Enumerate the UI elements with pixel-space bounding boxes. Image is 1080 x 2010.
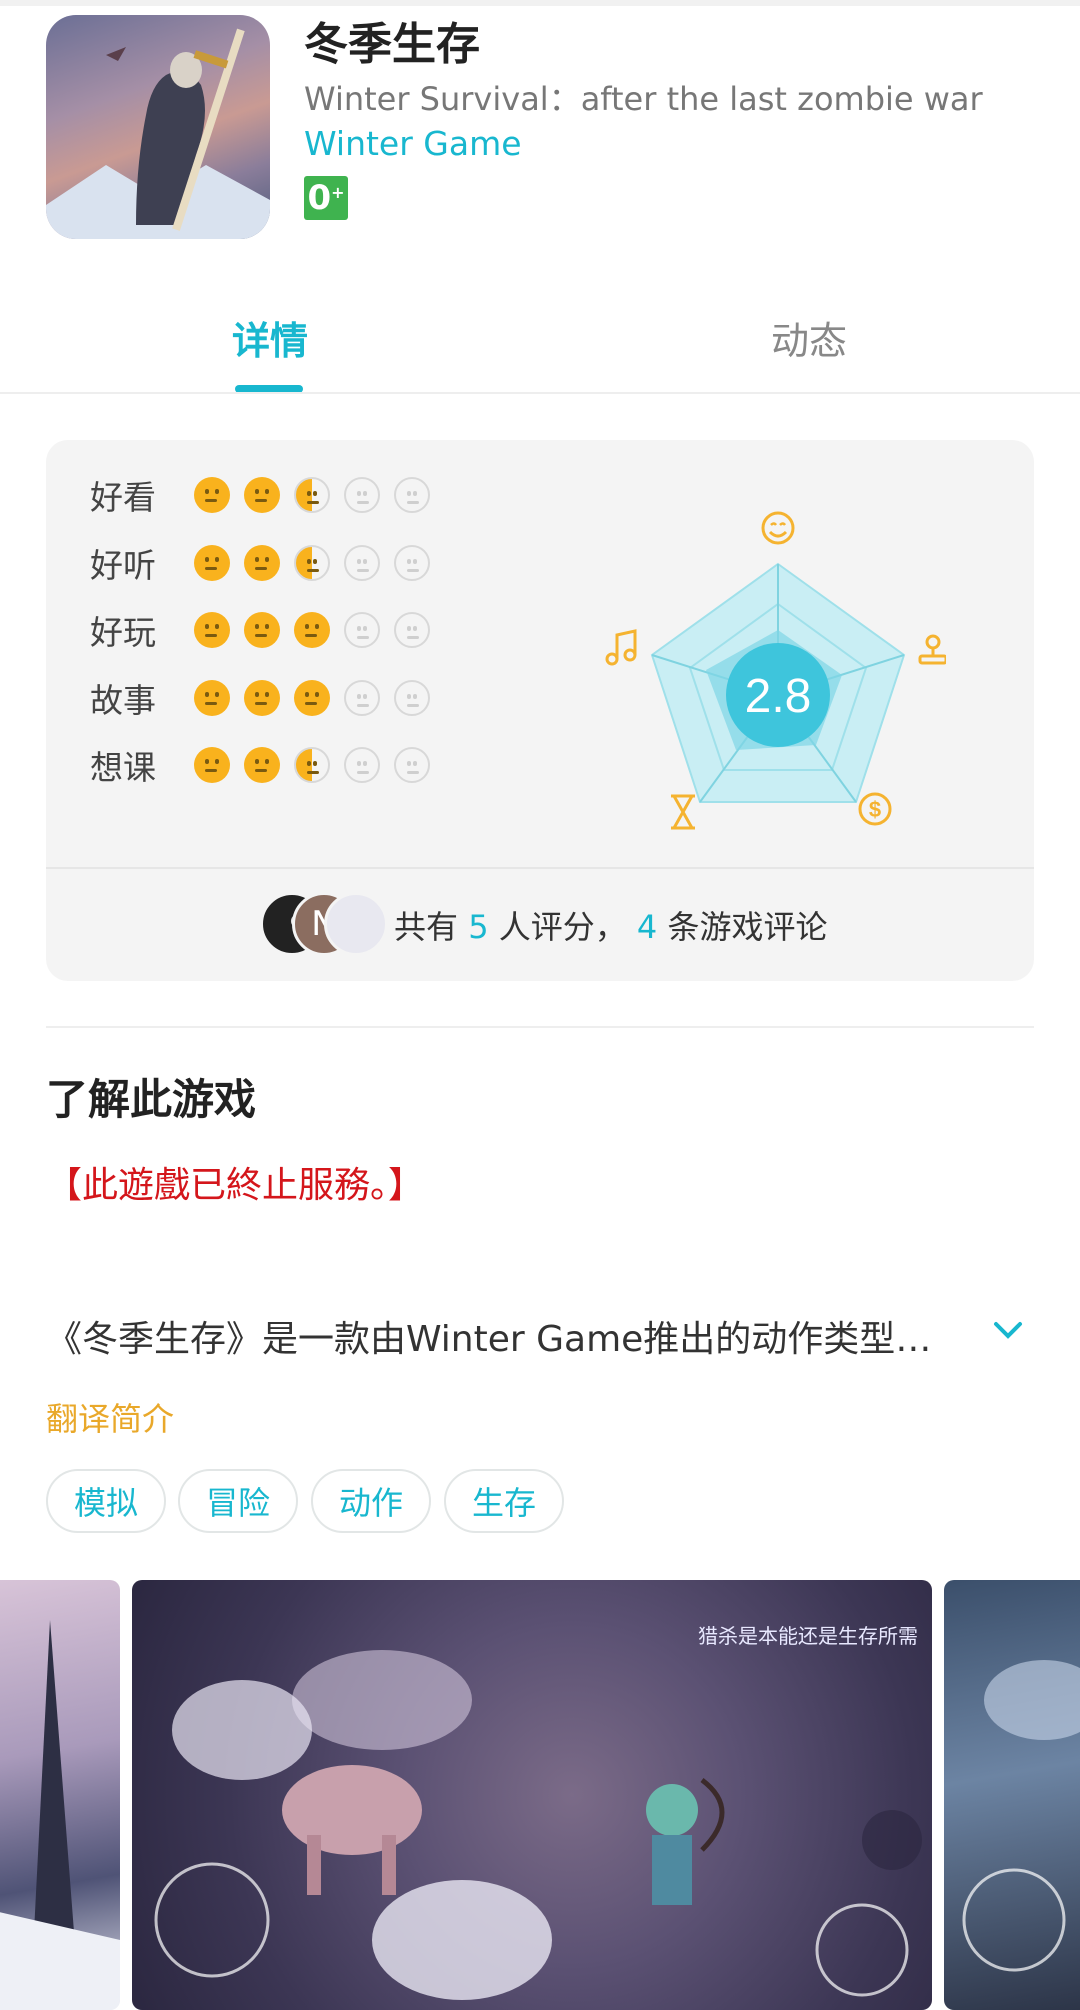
rating-face-icon	[244, 612, 280, 648]
rating-face-icon	[244, 545, 280, 581]
rating-category-label: 想课	[90, 748, 156, 787]
rating-face-icon	[394, 680, 430, 716]
developer-link[interactable]: Winter Game	[304, 124, 522, 163]
rating-category-label: 好玩	[90, 613, 156, 652]
age-rating-value: 0	[307, 178, 332, 218]
rating-face-icon	[194, 477, 230, 513]
rating-face-icon	[344, 680, 380, 716]
translate-intro-link[interactable]: 翻译简介	[46, 1394, 174, 1440]
joystick-icon	[918, 634, 946, 665]
rating-face-icon	[194, 545, 230, 581]
rating-face-icon	[194, 612, 230, 648]
app-icon[interactable]	[46, 15, 270, 239]
rating-face-icon	[194, 747, 230, 783]
rating-row: 好听	[90, 533, 444, 593]
hourglass-icon	[671, 794, 695, 830]
age-rating-suffix: +	[331, 182, 345, 202]
chevron-down-icon[interactable]	[990, 1312, 1026, 1348]
rater-avatars[interactable]: N	[260, 892, 390, 958]
rating-face-icon	[194, 680, 230, 716]
rating-face-icon	[294, 545, 330, 581]
tabs-divider	[0, 392, 1080, 394]
rating-face-icon	[344, 477, 380, 513]
tab-activity[interactable]: 动态	[771, 310, 847, 365]
rating-face-icon	[244, 680, 280, 716]
tag-simulation[interactable]: 模拟	[46, 1469, 167, 1533]
rating-row: 想课	[90, 735, 444, 795]
smile-icon	[761, 511, 795, 545]
rating-face-icon	[294, 477, 330, 513]
rating-face-icon	[244, 747, 280, 783]
screenshot-main[interactable]: 猎杀是本能还是生存所需	[132, 1580, 932, 2010]
rating-face-icon	[294, 747, 330, 783]
rating-face-icon	[394, 477, 430, 513]
screenshot-caption: 猎杀是本能还是生存所需	[698, 1624, 918, 1648]
tab-details[interactable]: 详情	[232, 310, 308, 365]
svg-text:$: $	[869, 797, 881, 822]
rating-score: 2.8	[745, 670, 812, 723]
rating-face-icon	[344, 545, 380, 581]
rating-category-label: 好看	[90, 478, 156, 517]
rating-face-icon	[294, 612, 330, 648]
app-subtitle: Winter Survival：after the last zombie wa…	[304, 80, 983, 118]
rating-category-label: 故事	[90, 681, 156, 720]
summary-middle: 人评分，	[498, 908, 627, 946]
age-rating-badge: 0 +	[304, 176, 348, 220]
rating-row: 好玩	[90, 600, 444, 660]
rater-count: 5	[468, 908, 489, 946]
review-count: 4	[636, 908, 658, 946]
rating-category-label: 好听	[90, 546, 156, 585]
rating-face-icon	[294, 680, 330, 716]
pine-tree-icon	[0, 1620, 120, 2010]
avatar	[324, 892, 388, 956]
rating-face-icon	[344, 612, 380, 648]
radar-chart: 2.8 $	[605, 511, 946, 830]
game-scene-icon	[962, 1660, 1080, 1972]
summary-suffix: 条游戏评论	[667, 908, 828, 946]
warrior-artwork-icon	[46, 28, 270, 239]
about-section-title: 了解此游戏	[46, 1075, 257, 1124]
rating-face-icon	[344, 747, 380, 783]
game-description[interactable]: 《冬季生存》是一款由Winter Game推出的动作类型游戏	[46, 1310, 966, 1362]
screenshot-thumbnail[interactable]	[0, 1580, 120, 2010]
rating-summary[interactable]: 共有 5 人评分， 4 条游戏评论	[394, 902, 827, 948]
summary-prefix: 共有	[394, 908, 459, 946]
card-divider	[46, 867, 1034, 869]
app-title: 冬季生存	[304, 19, 480, 70]
service-ended-notice: 【此遊戲已終止服務。】	[46, 1165, 425, 1206]
rating-row: 故事	[90, 668, 444, 728]
music-note-icon	[605, 629, 637, 666]
tag-survival[interactable]: 生存	[444, 1469, 565, 1533]
rating-card[interactable]: 好看 好听 好玩 故事 想课 2.8 $ 共有 5 人评分， 4 条游戏评论	[46, 440, 1034, 981]
rating-face-icon	[394, 612, 430, 648]
screenshot-thumbnail[interactable]	[944, 1580, 1080, 2010]
section-divider	[46, 1026, 1034, 1028]
rating-row: 好看	[90, 465, 444, 525]
tag-action[interactable]: 动作	[311, 1469, 432, 1533]
rating-face-icon	[394, 545, 430, 581]
top-divider	[0, 0, 1080, 6]
tag-adventure[interactable]: 冒险	[178, 1469, 299, 1533]
rating-face-icon	[394, 747, 430, 783]
rating-face-icon	[244, 477, 280, 513]
dollar-icon: $	[858, 792, 892, 826]
